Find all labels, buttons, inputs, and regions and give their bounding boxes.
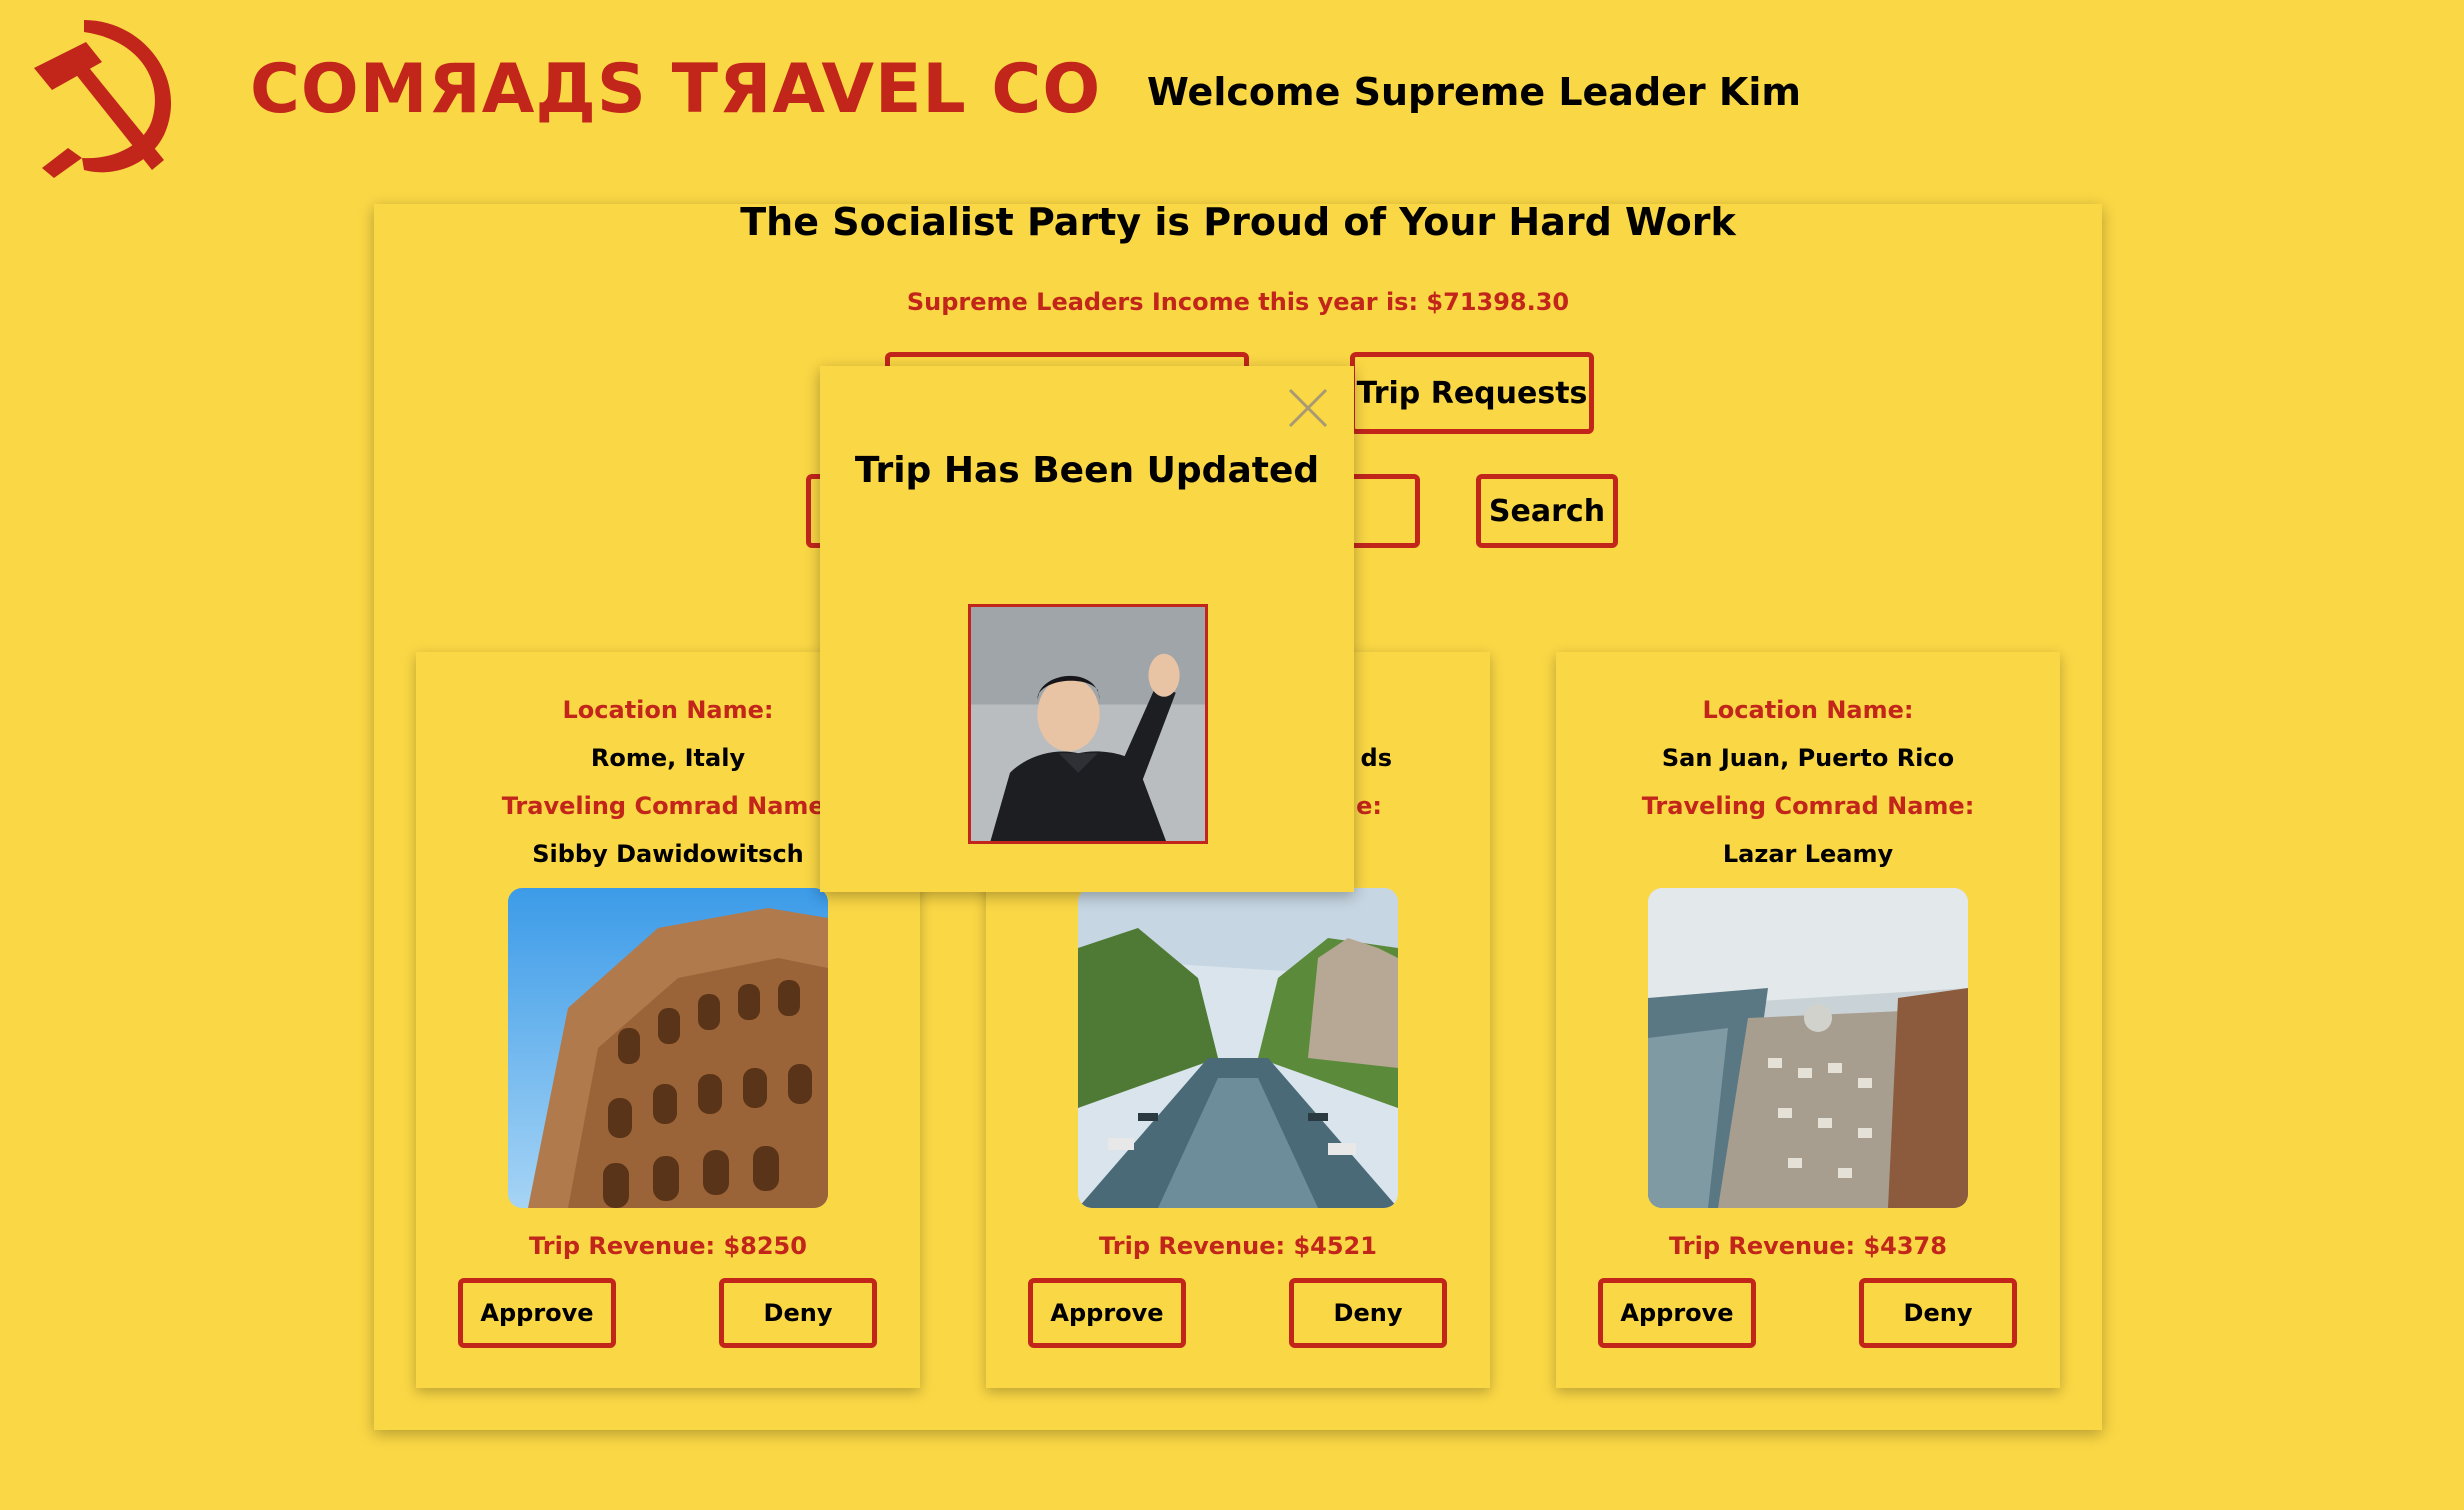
deny-button[interactable]: Deny <box>1859 1278 2017 1348</box>
deny-button[interactable]: Deny <box>719 1278 877 1348</box>
trip-revenue: Trip Revenue: $4378 <box>1669 1232 1947 1260</box>
close-icon[interactable] <box>1284 384 1332 432</box>
comrad-label: Traveling Comrad Name: <box>1641 792 1975 820</box>
deny-button[interactable]: Deny <box>1289 1278 1447 1348</box>
trip-revenue: Trip Revenue: $4521 <box>1099 1232 1377 1260</box>
trip-requests-button[interactable]: Trip Requests <box>1350 352 1594 434</box>
modal-title: Trip Has Been Updated <box>854 450 1320 491</box>
location-name: ds <box>1360 744 1392 772</box>
leader-photo <box>968 604 1208 844</box>
header: COMЯAДS TЯAVEL CO Welcome Supreme Leader… <box>0 0 2464 190</box>
comrad-label: e: <box>1356 792 1382 820</box>
location-photo-colosseum <box>508 888 828 1208</box>
approve-button[interactable]: Approve <box>1028 1278 1186 1348</box>
location-photo-san-juan <box>1648 888 1968 1208</box>
comrad-name: Lazar Leamy <box>1722 840 1894 868</box>
brand-logo-text: COMЯAДS TЯAVEL CO <box>250 50 1102 129</box>
location-label: Location Name: <box>1702 696 1914 724</box>
approve-button[interactable]: Approve <box>1598 1278 1756 1348</box>
trip-card: Location Name: San Juan, Puerto Rico Tra… <box>1556 652 2060 1388</box>
welcome-message: Welcome Supreme Leader Kim <box>1147 70 1801 114</box>
trip-revenue: Trip Revenue: $8250 <box>529 1232 807 1260</box>
approve-button[interactable]: Approve <box>458 1278 616 1348</box>
income-summary: Supreme Leaders Income this year is: $71… <box>906 288 1570 316</box>
search-button[interactable]: Search <box>1476 474 1618 548</box>
location-name: San Juan, Puerto Rico <box>1661 744 1955 772</box>
trip-updated-modal: Trip Has Been Updated <box>820 366 1354 892</box>
page-title: The Socialist Party is Proud of Your Har… <box>740 200 1736 244</box>
location-photo-canal <box>1078 888 1398 1208</box>
hammer-and-sickle-icon <box>24 10 194 180</box>
